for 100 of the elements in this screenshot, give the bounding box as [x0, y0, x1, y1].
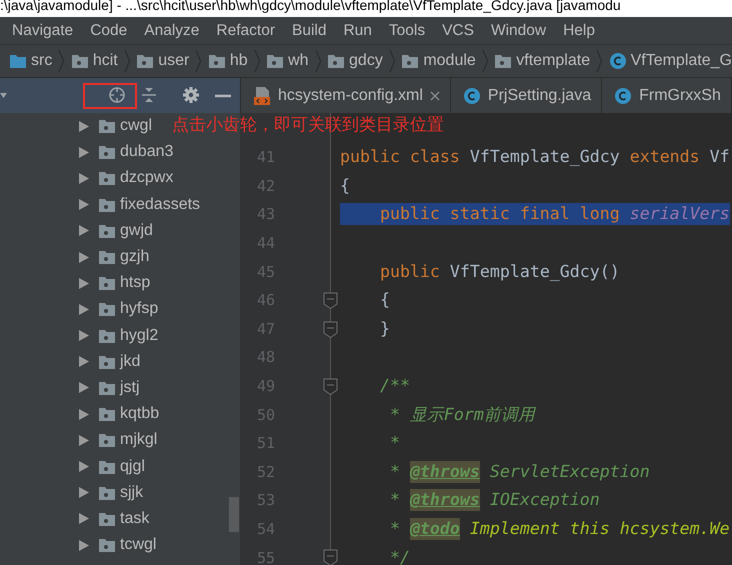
- collapsed-arrow-icon[interactable]: [77, 434, 90, 447]
- collapsed-arrow-icon[interactable]: [77, 302, 90, 316]
- tree-item[interactable]: mjkgl: [98, 431, 158, 450]
- menu-item[interactable]: Help: [563, 22, 595, 40]
- collapsed-arrow-icon[interactable]: [77, 512, 90, 526]
- collapsed-arrow-icon[interactable]: [77, 120, 90, 133]
- collapse-all-icon[interactable]: [141, 86, 157, 104]
- menu-item[interactable]: Analyze: [144, 22, 200, 40]
- package-folder-icon: [98, 274, 116, 292]
- tree-item[interactable]: kqtbb: [98, 405, 160, 424]
- code-line: }: [378, 318, 390, 340]
- breadcrumb[interactable]: wh: [266, 52, 309, 70]
- menu-item[interactable]: VCS: [442, 22, 474, 40]
- breadcrumb[interactable]: module: [401, 52, 476, 70]
- close-icon[interactable]: [430, 90, 440, 100]
- tree-item[interactable]: jkd: [98, 352, 140, 371]
- fold-marker-icon[interactable]: [323, 292, 338, 309]
- package-folder-icon: [98, 405, 116, 424]
- package-folder-icon: [98, 300, 116, 318]
- breadcrumb[interactable]: user: [136, 52, 190, 70]
- breadcrumb[interactable]: gdcy: [327, 52, 383, 70]
- code-line: * 显示Form前调用: [388, 404, 535, 426]
- tree-item[interactable]: dzcpwx: [98, 169, 174, 188]
- class-icon: [462, 86, 481, 104]
- collapsed-arrow-icon[interactable]: [77, 172, 90, 185]
- package-folder-icon: [327, 52, 346, 70]
- annotation-text: 点击小齿轮，即可关联到类目录位置: [172, 114, 444, 136]
- collapsed-arrow-icon[interactable]: [77, 460, 90, 474]
- menu-item[interactable]: Tools: [388, 22, 426, 40]
- code-line: * @throws ServletException: [388, 460, 650, 485]
- package-folder-icon: [136, 52, 154, 70]
- fold-marker-icon[interactable]: [323, 549, 338, 565]
- tree-item[interactable]: htsp: [98, 274, 150, 292]
- tree-item[interactable]: cwgl: [98, 117, 152, 136]
- package-folder-icon: [208, 52, 226, 70]
- class-icon: [608, 52, 627, 70]
- collapsed-arrow-icon[interactable]: [77, 538, 90, 552]
- collapsed-arrow-icon[interactable]: [77, 486, 90, 500]
- fold-marker-icon[interactable]: [323, 320, 338, 338]
- dropdown-caret-icon[interactable]: [0, 93, 7, 98]
- breadcrumb[interactable]: hcit: [70, 52, 118, 70]
- tree-item[interactable]: gwjd: [98, 222, 153, 240]
- tree-item[interactable]: sjjk: [98, 484, 144, 502]
- collapsed-arrow-icon[interactable]: [77, 198, 90, 212]
- settings-icon[interactable]: [182, 86, 200, 104]
- minimize-icon[interactable]: [215, 94, 231, 98]
- menu-item[interactable]: Code: [90, 22, 128, 40]
- package-folder-icon: [70, 52, 89, 70]
- collapsed-arrow-icon[interactable]: [77, 355, 90, 368]
- tree-item[interactable]: jstj: [98, 378, 140, 397]
- package-folder-icon: [98, 117, 116, 136]
- menu-item[interactable]: Build: [292, 22, 326, 40]
- tree-item[interactable]: qjgl: [98, 458, 145, 476]
- package-folder-icon: [401, 52, 420, 70]
- code-line: */: [388, 546, 410, 565]
- code-line: *: [388, 432, 400, 454]
- scrollbar-thumb[interactable]: [229, 497, 239, 532]
- collapsed-arrow-icon[interactable]: [77, 381, 90, 394]
- code-line: * @throws IOException: [388, 488, 600, 514]
- collapsed-arrow-icon[interactable]: [77, 276, 90, 290]
- menu-item[interactable]: Run: [343, 22, 372, 40]
- locate-icon[interactable]: [108, 86, 126, 104]
- tree-item[interactable]: hygl2: [98, 326, 158, 345]
- package-folder-icon: [98, 169, 116, 188]
- collapsed-arrow-icon[interactable]: [77, 250, 90, 264]
- collapsed-arrow-icon[interactable]: [77, 408, 90, 421]
- package-folder-icon: [98, 248, 116, 266]
- package-folder-icon: [494, 52, 512, 70]
- code-line: {: [378, 289, 390, 312]
- breadcrumb[interactable]: hb: [208, 52, 248, 70]
- code-line: public VfTemplate_Gdcy(): [378, 260, 620, 283]
- collapsed-arrow-icon[interactable]: [77, 146, 90, 159]
- menu-item[interactable]: Refactor: [216, 22, 275, 40]
- code-line: public class VfTemplate_Gdcy extends Vf: [340, 146, 730, 168]
- code-line: {: [340, 174, 350, 197]
- package-folder-icon: [98, 431, 116, 450]
- fold-marker-icon[interactable]: [323, 378, 338, 395]
- menu-item[interactable]: Window: [490, 22, 546, 40]
- tree-item[interactable]: tcwgl: [98, 536, 156, 554]
- package-folder-icon: [266, 52, 284, 70]
- window-title: :\java\javamodule] - ...\src\hcit\user\hb\wh\gdcy\module\vftemplate\VfTemplate_Gdcy.java [javamodu: [0, 0, 622, 14]
- breadcrumb[interactable]: vftemplate: [494, 52, 590, 70]
- tree-item[interactable]: fixedassets: [98, 196, 200, 214]
- tree-item[interactable]: hyfsp: [98, 300, 158, 318]
- tree-item[interactable]: duban3: [98, 143, 174, 162]
- class-icon: [614, 86, 632, 104]
- collapsed-arrow-icon[interactable]: [77, 329, 90, 342]
- code-line: /**: [378, 375, 410, 398]
- code-line: * @todo Implement this hcsystem.We: [388, 517, 730, 542]
- breadcrumb[interactable]: VfTemplate_G: [608, 52, 732, 70]
- collapsed-arrow-icon[interactable]: [77, 224, 90, 238]
- menu-item[interactable]: Navigate: [12, 22, 74, 40]
- package-folder-icon: [98, 143, 116, 162]
- package-folder-icon: [98, 536, 116, 554]
- tree-item[interactable]: task: [98, 510, 150, 528]
- breadcrumb[interactable]: src: [9, 52, 52, 70]
- source-folder-icon: [9, 52, 27, 70]
- xml-file-icon: [253, 86, 271, 106]
- annotation-highlight-box: [83, 83, 137, 109]
- tree-item[interactable]: gzjh: [98, 248, 150, 266]
